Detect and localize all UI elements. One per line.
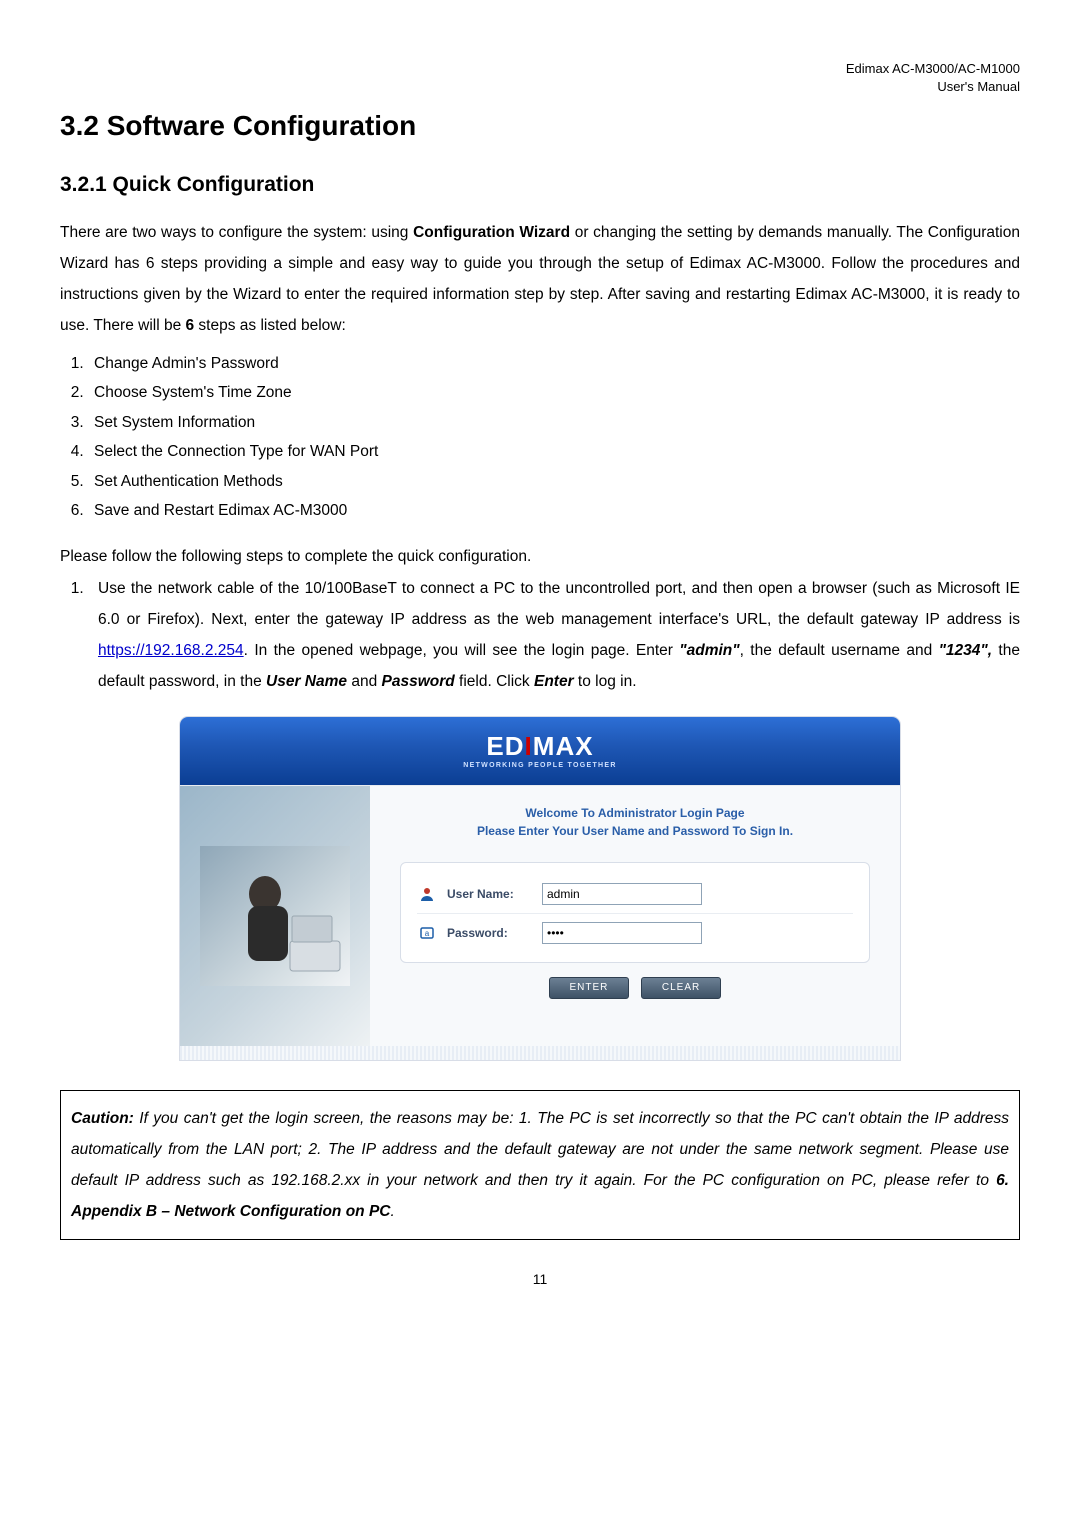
follow-intro: Please follow the following steps to com… — [60, 546, 1020, 568]
username-row: User Name: — [417, 875, 853, 913]
brand-tagline: NETWORKING PEOPLE TOGETHER — [463, 762, 616, 769]
page-number: 11 — [60, 1270, 1020, 1290]
doc-header-line2: User's Manual — [937, 79, 1020, 94]
step-item: Choose System's Time Zone — [88, 378, 1020, 407]
welcome-line2: Please Enter Your User Name and Password… — [477, 824, 793, 838]
wizard-steps-list: Change Admin's Password Choose System's … — [60, 349, 1020, 526]
password-input[interactable] — [542, 922, 702, 944]
doc-header: Edimax AC-M3000/AC-M1000 User's Manual — [60, 60, 1020, 96]
login-button-row: ENTER CLEAR — [545, 975, 725, 999]
gateway-url-link[interactable]: https://192.168.2.254 — [98, 642, 244, 659]
login-footer-strip — [180, 1046, 900, 1060]
login-header-bar: EDIMAX NETWORKING PEOPLE TOGETHER — [180, 717, 900, 785]
subsection-title: 3.2.1 Quick Configuration — [60, 170, 1020, 199]
instruction-list: Use the network cable of the 10/100BaseT… — [60, 573, 1020, 697]
password-icon: a — [417, 923, 437, 943]
section-title: 3.2 Software Configuration — [60, 106, 1020, 145]
login-body: Welcome To Administrator Login Page Plea… — [180, 785, 900, 1046]
clear-button[interactable]: CLEAR — [641, 977, 721, 999]
user-icon — [417, 884, 437, 904]
step-item: Select the Connection Type for WAN Port — [88, 437, 1020, 466]
login-page-figure: EDIMAX NETWORKING PEOPLE TOGETHER Welcom… — [180, 717, 900, 1060]
welcome-line1: Welcome To Administrator Login Page — [525, 806, 744, 820]
caution-box: Caution: If you can't get the login scre… — [60, 1090, 1020, 1240]
step-item: Set System Information — [88, 408, 1020, 437]
step-item: Save and Restart Edimax AC-M3000 — [88, 496, 1020, 525]
login-side-image — [180, 786, 370, 1046]
login-welcome-text: Welcome To Administrator Login Page Plea… — [477, 804, 793, 840]
step-item: Change Admin's Password — [88, 349, 1020, 378]
step-item: Set Authentication Methods — [88, 467, 1020, 496]
password-label: Password: — [447, 925, 542, 942]
username-input[interactable] — [542, 883, 702, 905]
enter-button[interactable]: ENTER — [549, 977, 629, 999]
password-row: a Password: — [417, 913, 853, 952]
person-laptop-illustration — [200, 846, 350, 986]
login-form-area: Welcome To Administrator Login Page Plea… — [370, 786, 900, 1046]
username-label: User Name: — [447, 886, 542, 903]
intro-paragraph: There are two ways to configure the syst… — [60, 217, 1020, 341]
login-credentials-panel: User Name: a Password: — [400, 862, 870, 963]
instruction-1-pre: Use the network cable of the 10/100BaseT… — [98, 580, 1020, 628]
doc-header-line1: Edimax AC-M3000/AC-M1000 — [846, 61, 1020, 76]
instruction-item-1: Use the network cable of the 10/100BaseT… — [88, 573, 1020, 697]
svg-text:a: a — [425, 929, 430, 938]
edimax-logo: EDIMAX NETWORKING PEOPLE TOGETHER — [463, 733, 616, 770]
